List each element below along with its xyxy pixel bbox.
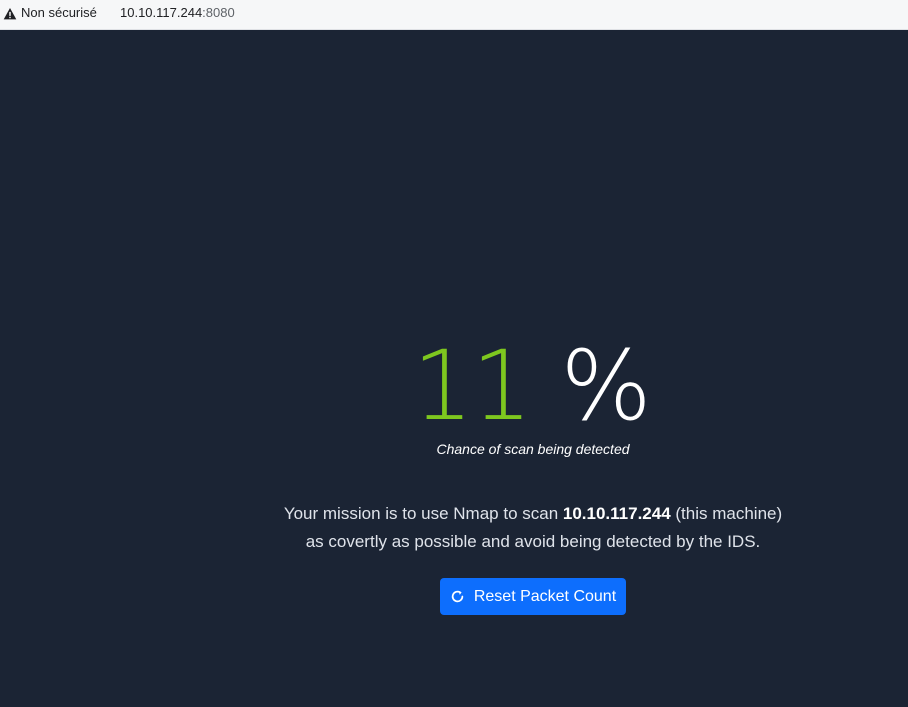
mission-line-1: Your mission is to use Nmap to scan 10.1…: [0, 500, 908, 528]
target-ip: 10.10.117.244: [562, 504, 671, 523]
detection-percentage: 11%: [0, 336, 908, 436]
url-field[interactable]: 10.10.117.244:8080: [120, 5, 235, 21]
percent-sign: %: [560, 330, 652, 442]
browser-address-bar[interactable]: Non sécurisé 10.10.117.244:8080: [0, 0, 908, 30]
reset-button-label: Reset Packet Count: [473, 587, 617, 605]
mission-line-2: as covertly as possible and avoid being …: [305, 532, 761, 551]
security-status-label[interactable]: Non sécurisé: [21, 5, 97, 21]
reset-packet-count-button[interactable]: Reset Packet Count: [440, 578, 626, 615]
mission-text: Your mission is to use Nmap to scan 10.1…: [0, 500, 908, 556]
url-host: 10.10.117.244: [120, 5, 203, 20]
detection-caption: Chance of scan being detected: [436, 441, 630, 457]
detection-value: 11: [412, 330, 532, 442]
mission-line-1-prefix: Your mission is to use Nmap to scan: [283, 504, 563, 523]
url-port: :8080: [202, 5, 235, 20]
mission-line-1-suffix: (this machine): [670, 504, 783, 523]
refresh-icon: [451, 590, 464, 603]
warning-icon[interactable]: [3, 7, 17, 21]
